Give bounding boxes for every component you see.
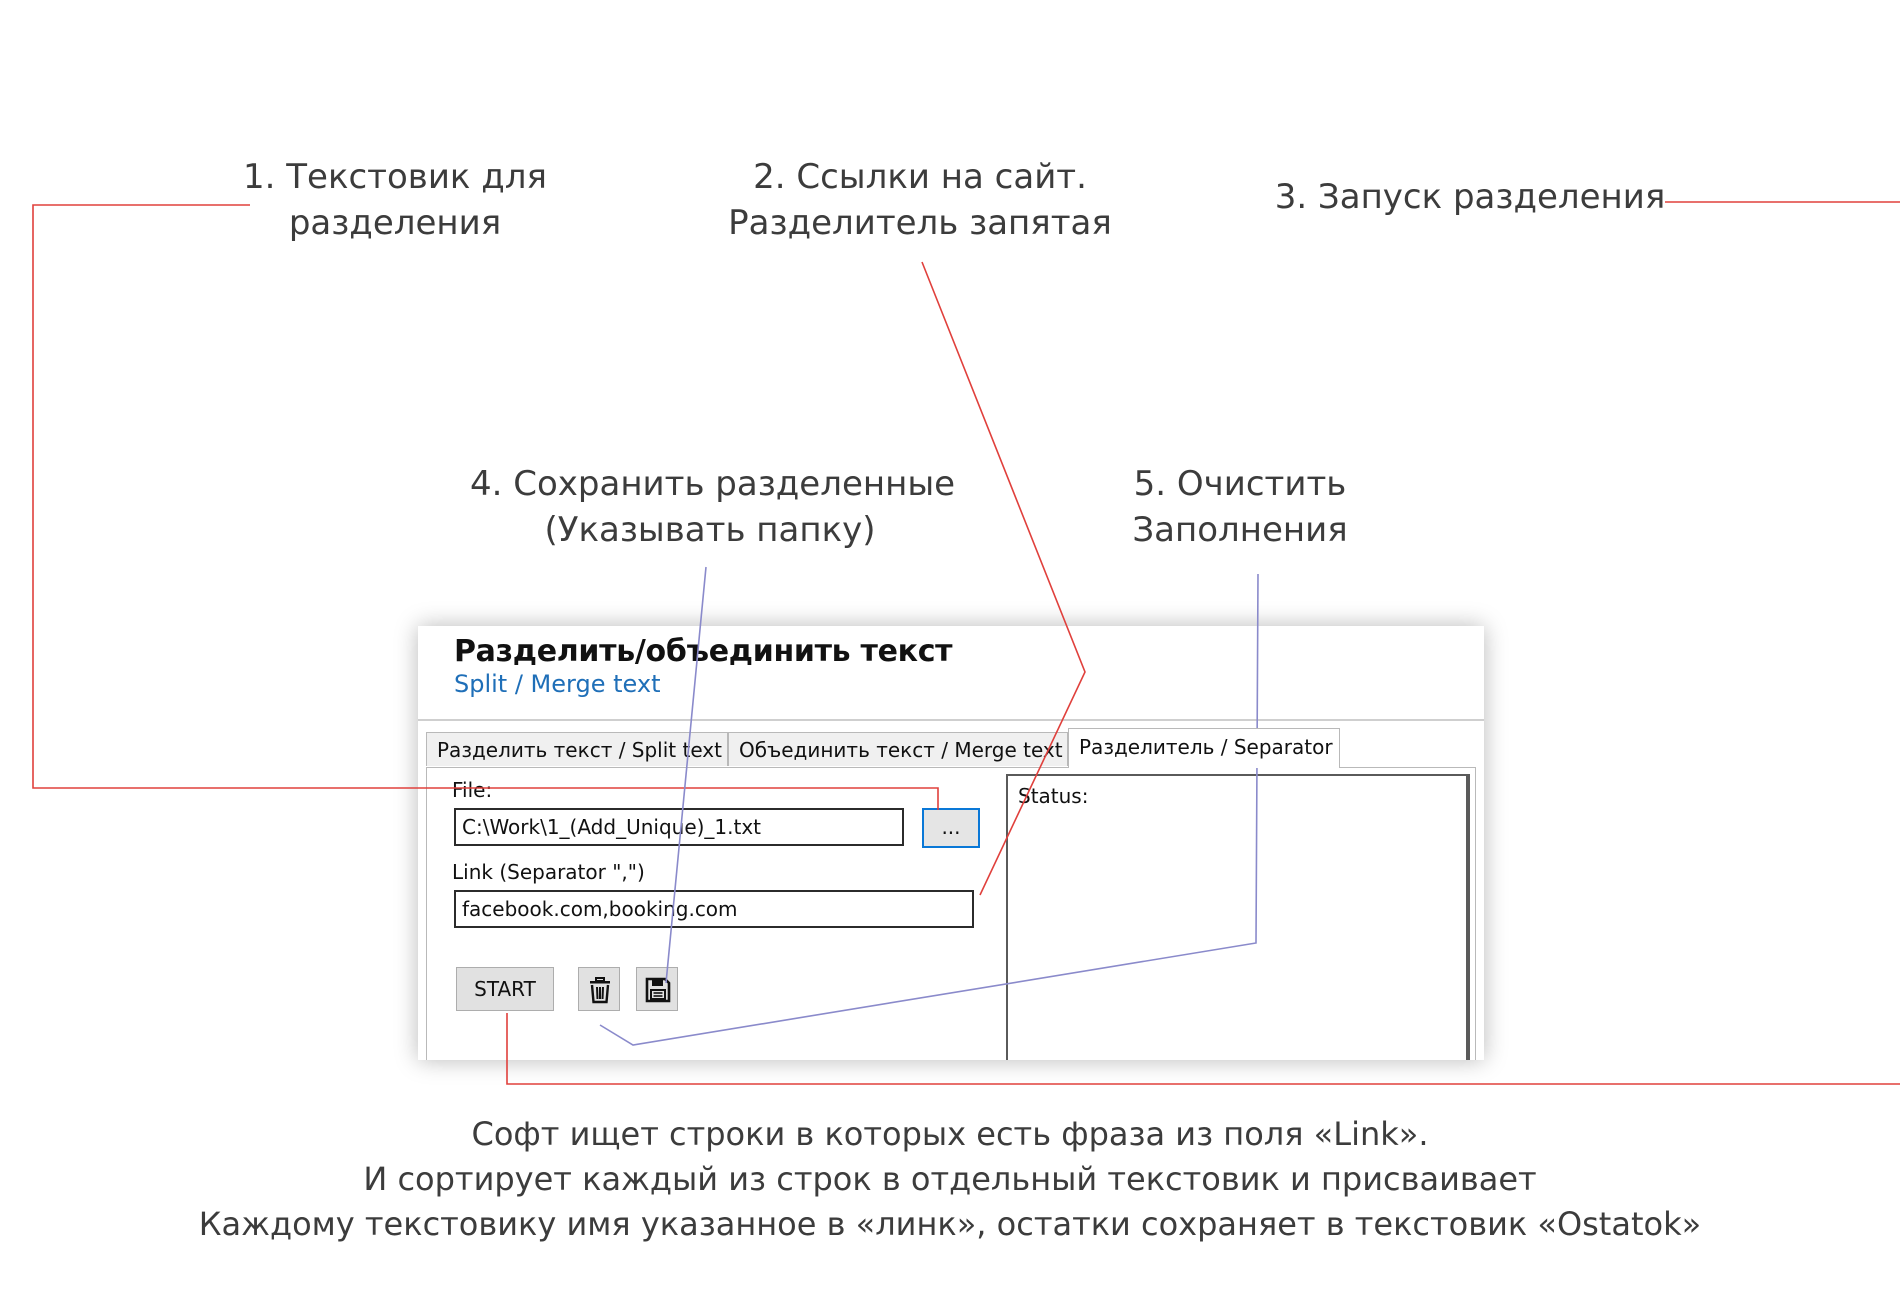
callout-line: разделения: [288, 203, 502, 243]
callout-line: Разделитель запятая: [728, 203, 1112, 243]
window-title: Разделить/объединить текст: [454, 634, 953, 669]
callout-line: (Указывать папку): [544, 510, 876, 550]
callout-line: 5. Очистить: [1133, 464, 1347, 504]
callout-site-links: 2. Ссылки на сайт. Разделитель запятая: [720, 154, 1120, 246]
floppy-disk-icon: [645, 977, 671, 1003]
callout-line: 4. Сохранить разделенные: [470, 464, 956, 504]
callout-line: 1. Текстовик для: [243, 157, 547, 197]
tab-split-text[interactable]: Разделить текст / Split text: [426, 732, 728, 766]
callout-start-split: 3. Запуск разделения: [1270, 174, 1670, 220]
caption-line: Каждому текстовику имя указанное в «линк…: [198, 1205, 1702, 1243]
link-input[interactable]: facebook.com,booking.com: [454, 890, 974, 928]
callout-line: 2. Ссылки на сайт.: [753, 157, 1087, 197]
tab-separator[interactable]: Разделитель / Separator: [1068, 728, 1340, 768]
clear-button[interactable]: [578, 967, 620, 1011]
file-label: File:: [452, 778, 493, 802]
caption: Софт ищет строки в которых есть фраза из…: [0, 1112, 1900, 1247]
status-box: Status:: [1006, 774, 1470, 1060]
callout-text-file: 1. Текстовик для разделения: [240, 154, 550, 246]
caption-line: И сортирует каждый из строк в отдельный …: [363, 1160, 1537, 1198]
callout-clear-fields: 5. Очистить Заполнения: [1110, 461, 1370, 553]
tab-strip: Разделить текст / Split text Объединить …: [426, 728, 1476, 768]
save-button[interactable]: [636, 967, 678, 1011]
header-divider: [418, 719, 1484, 721]
callout-save-split: 4. Сохранить разделенные (Указывать папк…: [470, 461, 956, 553]
browse-button[interactable]: ...: [922, 808, 980, 848]
file-path-input[interactable]: C:\Work\1_(Add_Unique)_1.txt: [454, 808, 904, 846]
link-label: Link (Separator ","): [452, 860, 645, 884]
status-label: Status:: [1018, 784, 1089, 808]
app-window: Разделить/объединить текст Split / Merge…: [418, 626, 1484, 1060]
tab-merge-text[interactable]: Объединить текст / Merge text: [728, 732, 1068, 766]
caption-line: Софт ищет строки в которых есть фраза из…: [471, 1115, 1429, 1153]
start-button[interactable]: START: [456, 967, 554, 1011]
callout-line: Заполнения: [1132, 510, 1348, 550]
window-subtitle: Split / Merge text: [454, 670, 661, 698]
trash-icon: [590, 977, 610, 1004]
callout-line: 3. Запуск разделения: [1274, 177, 1666, 217]
